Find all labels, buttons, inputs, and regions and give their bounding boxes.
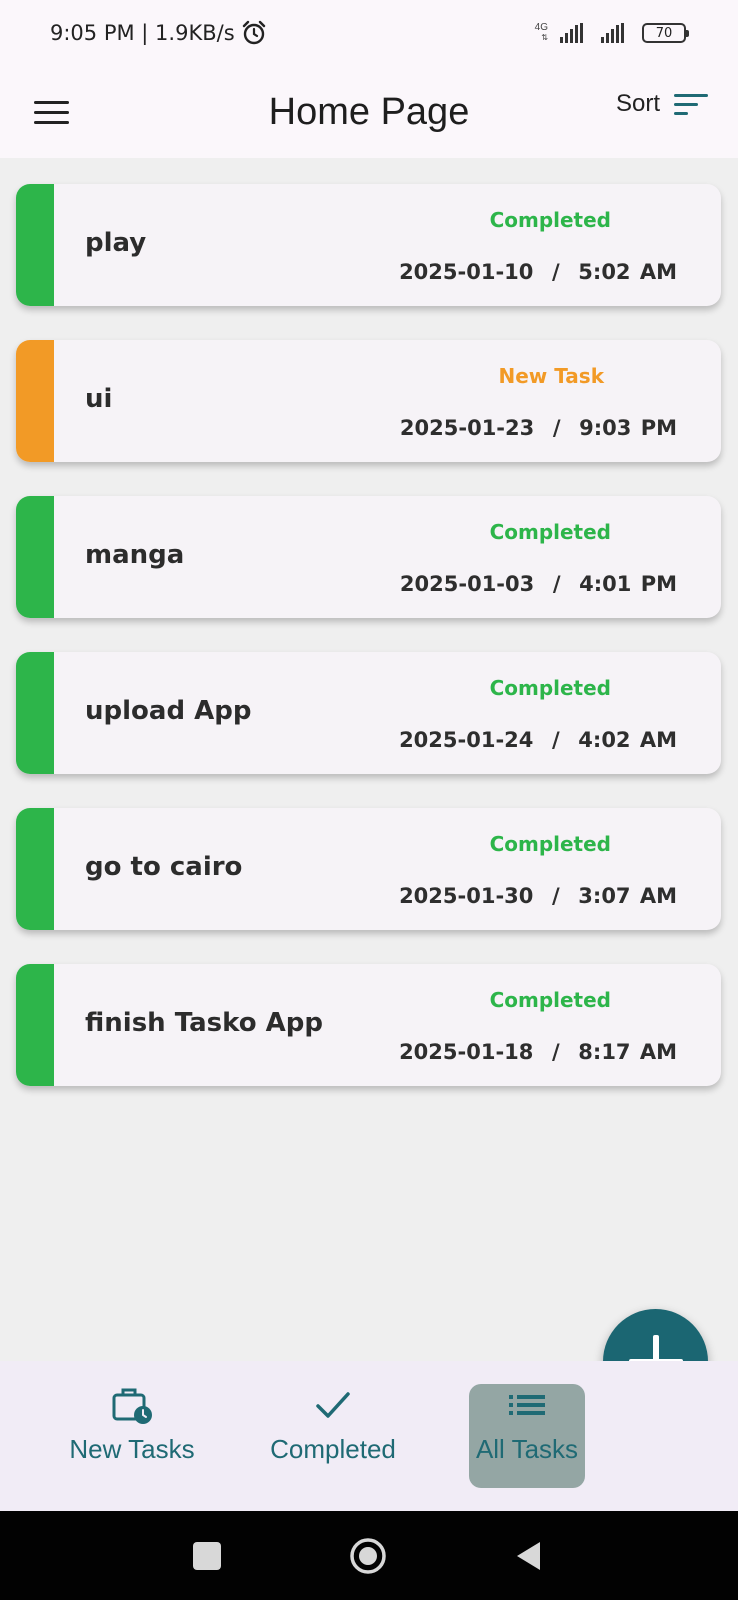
task-card[interactable]: upload App Completed 2025-01-24 / 4:02 AM <box>16 652 721 774</box>
task-status-stripe <box>16 496 54 618</box>
task-card[interactable]: play Completed 2025-01-10 / 5:02 AM <box>16 184 721 306</box>
task-status-stripe <box>16 808 54 930</box>
square-icon[interactable] <box>193 1542 221 1570</box>
nav-completed[interactable]: Completed <box>263 1384 403 1488</box>
nav-label-new-tasks: New Tasks <box>69 1434 195 1464</box>
sort-label: Sort <box>615 90 660 117</box>
task-title: play <box>85 228 147 258</box>
app-bar: Home Page Sort <box>0 66 738 158</box>
nav-label-completed: Completed <box>270 1434 396 1464</box>
task-status-stripe <box>16 184 54 306</box>
task-title: upload App <box>85 696 252 726</box>
briefcase-clock-icon <box>110 1384 154 1426</box>
task-datetime: 2025-01-10 / 5:02 AM <box>399 260 677 284</box>
task-datetime: 2025-01-18 / 8:17 AM <box>399 1040 677 1064</box>
nav-new-tasks[interactable]: New Tasks <box>62 1384 202 1488</box>
status-left: 9:05 PM | 1.9KB/s <box>50 20 267 46</box>
sort-lines-icon <box>674 93 708 115</box>
status-bar: 9:05 PM | 1.9KB/s 4G ⇅ 70 <box>0 0 738 66</box>
circle-home-icon[interactable] <box>349 1537 387 1580</box>
alarm-clock-icon <box>242 20 265 45</box>
status-time-speed: 9:05 PM | 1.9KB/s <box>50 21 235 45</box>
checkmark-icon <box>313 1384 353 1426</box>
battery-level: 70 <box>655 25 673 41</box>
task-datetime: 2025-01-23 / 9:03 PM <box>399 416 677 440</box>
task-title: ui <box>85 384 113 414</box>
bottom-nav: New Tasks Completed All Tasks <box>0 1361 738 1511</box>
task-datetime: 2025-01-30 / 3:07 AM <box>399 884 677 908</box>
task-status-label: Completed <box>489 676 611 700</box>
task-status-stripe <box>16 652 54 774</box>
task-status-label: Completed <box>489 520 611 544</box>
task-status-label: Completed <box>489 832 611 856</box>
task-card[interactable]: ui New Task 2025-01-23 / 9:03 PM <box>16 340 721 462</box>
nav-all-tasks[interactable]: All Tasks <box>469 1384 585 1488</box>
network-type: 4G ⇅ <box>534 22 548 43</box>
sort-button[interactable]: Sort <box>616 90 708 118</box>
task-title: manga <box>85 540 185 570</box>
triangle-back-icon[interactable] <box>514 1540 542 1577</box>
task-status-label: Completed <box>489 988 611 1012</box>
task-card[interactable]: finish Tasko App Completed 2025-01-18 / 8:… <box>16 964 721 1086</box>
system-nav-bar <box>0 1511 738 1600</box>
task-datetime: 2025-01-03 / 4:01 PM <box>399 572 677 596</box>
hamburger-menu-icon[interactable] <box>34 93 72 131</box>
task-title: go to cairo <box>85 852 243 882</box>
page-title: Home Page <box>268 90 470 133</box>
task-status-stripe <box>16 964 54 1086</box>
battery-icon: 70 <box>642 23 689 43</box>
task-status-stripe <box>16 340 54 462</box>
task-title: finish Tasko App <box>85 1008 323 1038</box>
nav-label-all-tasks: All Tasks <box>475 1434 579 1464</box>
task-status-label: Completed <box>489 208 611 232</box>
signal-strength-icon-2 <box>601 23 624 43</box>
task-datetime: 2025-01-24 / 4:02 AM <box>399 728 677 752</box>
status-right: 4G ⇅ 70 <box>534 22 689 43</box>
task-status-label: New Task <box>498 364 604 388</box>
task-card[interactable]: manga Completed 2025-01-03 / 4:01 PM <box>16 496 721 618</box>
list-icon <box>507 1384 547 1426</box>
task-card[interactable]: go to cairo Completed 2025-01-30 / 3:07 AM <box>16 808 721 930</box>
signal-strength-icon <box>560 23 583 43</box>
